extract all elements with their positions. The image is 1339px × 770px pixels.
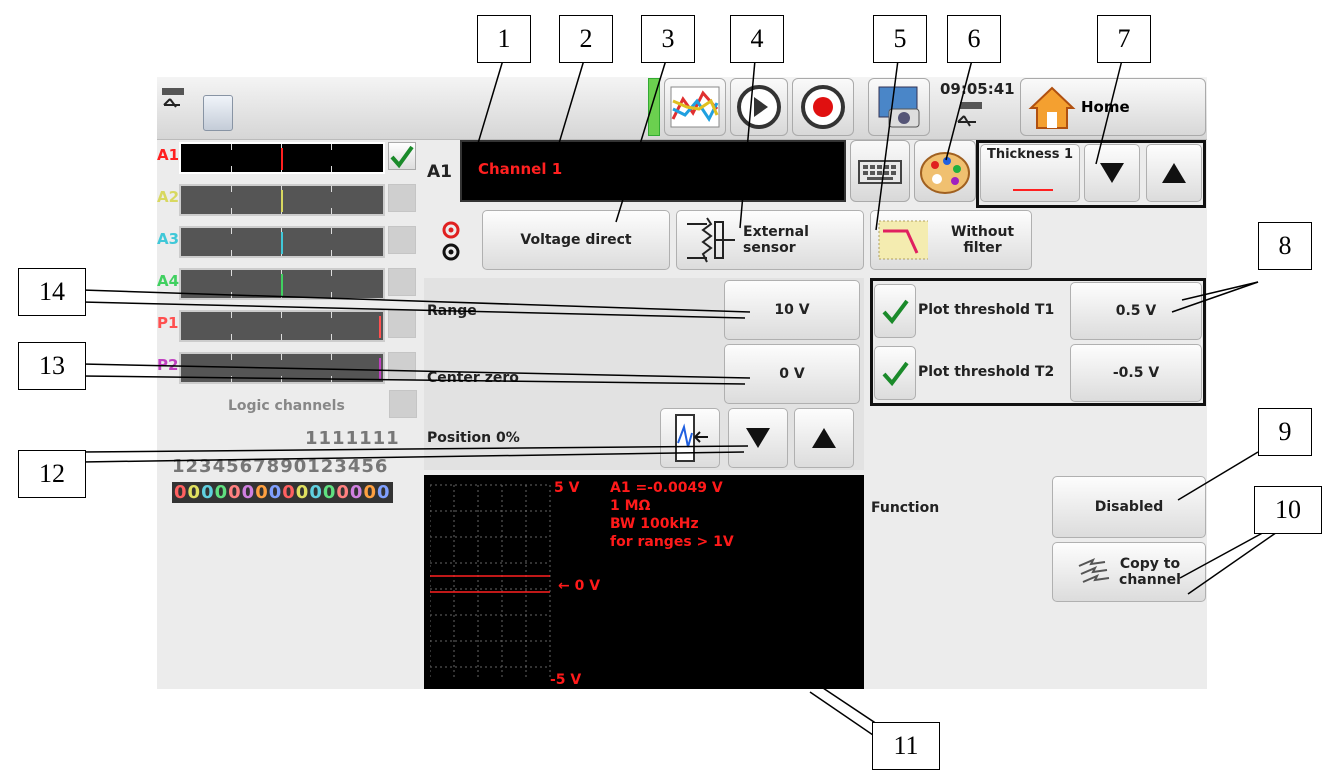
callout-6: 6 bbox=[947, 15, 1001, 63]
callout-2: 2 bbox=[559, 15, 613, 63]
callout-13: 13 bbox=[18, 342, 86, 390]
callout-8: 8 bbox=[1258, 222, 1312, 270]
callout-11: 11 bbox=[872, 722, 940, 770]
callout-14: 14 bbox=[18, 268, 86, 316]
callout-9: 9 bbox=[1258, 408, 1312, 456]
callout-4: 4 bbox=[730, 15, 784, 63]
callout-leader-lines bbox=[81, 59, 1281, 749]
callout-10: 10 bbox=[1254, 486, 1322, 534]
callout-7: 7 bbox=[1097, 15, 1151, 63]
callout-3: 3 bbox=[641, 15, 695, 63]
callout-1: 1 bbox=[477, 15, 531, 63]
callout-12: 12 bbox=[18, 450, 86, 498]
callout-5: 5 bbox=[873, 15, 927, 63]
